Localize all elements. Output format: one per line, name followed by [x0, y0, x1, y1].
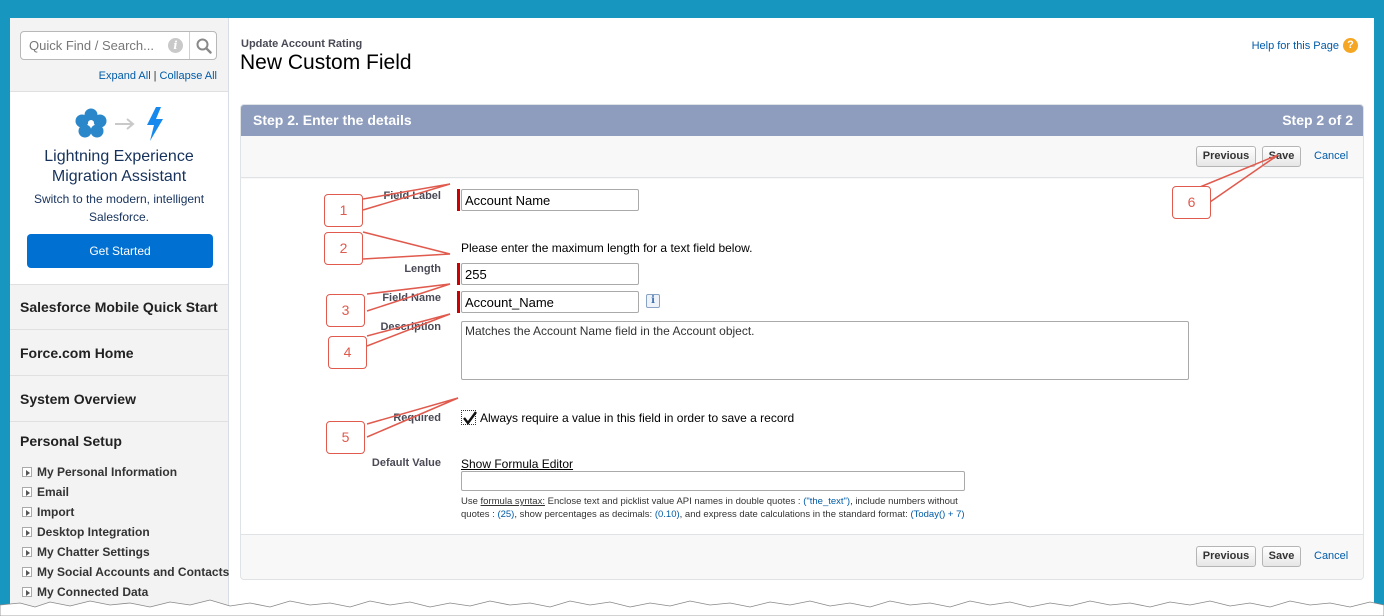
formula-syntax-link[interactable]: formula syntax: [481, 496, 545, 507]
expand-triangle-icon[interactable] [22, 527, 32, 537]
lex-title: Lightning Experience Migration Assistant [44, 148, 194, 185]
info-icon[interactable]: i [646, 294, 660, 308]
callout-4: 4 [328, 336, 367, 369]
sidebar-item-my-chatter-settings[interactable]: My Chatter Settings [22, 542, 229, 562]
show-formula-editor-link[interactable]: Show Formula Editor [461, 457, 573, 471]
default-value-input[interactable] [461, 471, 965, 491]
lex-subtitle: Switch to the modern, intelligent Salesf… [33, 192, 205, 224]
flower-icon [75, 108, 107, 138]
arrow-right-icon [115, 118, 135, 130]
step-panel: Step 2. Enter the details Step 2 of 2 Pr… [240, 104, 1364, 580]
nav-personal-setup[interactable]: Personal Setup [10, 423, 228, 459]
save-button[interactable]: Save [1262, 146, 1301, 167]
lightning-migration-card: Lightning Experience Migration Assistant… [10, 91, 228, 285]
step-count: Step 2 of 2 [1282, 112, 1353, 128]
callout-3: 3 [326, 294, 365, 327]
save-button[interactable]: Save [1262, 546, 1301, 567]
hint-text: , include numbers without [850, 496, 958, 507]
description-textarea[interactable]: Matches the Account Name field in the Ac… [461, 321, 1189, 380]
callout-2: 2 [324, 232, 363, 265]
hint-example: ("the_text") [803, 496, 851, 507]
sidebar-item-label: My Social Accounts and Contacts [37, 565, 230, 579]
callout-1: 1 [324, 194, 363, 227]
length-input[interactable] [461, 263, 639, 285]
sidebar-item-label: Desktop Integration [37, 525, 150, 539]
search-button[interactable] [189, 32, 217, 59]
expand-all-link[interactable]: Expand All [99, 70, 151, 82]
top-button-bar: Previous Save Cancel [241, 136, 1363, 178]
sidebar-item-label: My Chatter Settings [37, 545, 150, 559]
app-frame: i Expand All|Collapse All [10, 18, 1374, 616]
help-icon: ? [1343, 38, 1358, 53]
setup-sidebar: i Expand All|Collapse All [10, 18, 229, 616]
field-details-form: Field Label Please enter the maximum len… [241, 179, 1363, 534]
hint-text: Enclose text and picklist value API name… [544, 496, 804, 507]
hint-example: (25) [497, 509, 515, 520]
expand-triangle-icon[interactable] [22, 567, 32, 577]
quick-find-box: i [20, 31, 217, 60]
required-checkbox[interactable] [461, 410, 477, 425]
expand-triangle-icon[interactable] [22, 507, 32, 517]
field-label-input[interactable] [461, 189, 639, 211]
sidebar-item-label: My Personal Information [37, 465, 178, 479]
required-description: Always require a value in this field in … [480, 411, 795, 425]
step-header: Step 2. Enter the details Step 2 of 2 [241, 105, 1363, 136]
sidebar-item-label: Import [37, 505, 75, 519]
help-link[interactable]: Help for this Page? [1252, 38, 1358, 54]
bottom-button-bar: Previous Save Cancel [241, 534, 1363, 579]
page-title: New Custom Field [240, 51, 412, 74]
nav-mobile-quick-start[interactable]: Salesforce Mobile Quick Start [10, 285, 228, 330]
expand-triangle-icon[interactable] [22, 467, 32, 477]
personal-setup-list: My Personal Information Email Import Des… [22, 462, 229, 602]
callout-5: 5 [326, 421, 365, 454]
hint-text: quotes : [461, 509, 498, 520]
search-icon [196, 38, 212, 54]
main-content: Update Account Rating New Custom Field H… [230, 18, 1374, 616]
collapse-all-link[interactable]: Collapse All [160, 70, 217, 82]
get-started-button[interactable]: Get Started [27, 234, 213, 268]
field-name-input[interactable] [461, 291, 639, 313]
nav-system-overview[interactable]: System Overview [10, 377, 228, 422]
previous-button[interactable]: Previous [1196, 546, 1256, 567]
lightning-bolt-icon [147, 107, 163, 141]
expand-triangle-icon[interactable] [22, 487, 32, 497]
hint-text: Use [461, 496, 481, 507]
sidebar-item-my-personal-information[interactable]: My Personal Information [22, 462, 229, 482]
help-link-label: Help for this Page [1251, 40, 1339, 52]
default-value-label: Default Value [371, 457, 441, 469]
sidebar-item-my-social-accounts[interactable]: My Social Accounts and Contacts [22, 562, 229, 582]
migration-icons [75, 107, 163, 141]
checkmark-icon [463, 411, 477, 425]
quick-find-input[interactable] [29, 38, 159, 53]
previous-button[interactable]: Previous [1196, 146, 1256, 167]
sidebar-item-desktop-integration[interactable]: Desktop Integration [22, 522, 229, 542]
sidebar-item-email[interactable]: Email [22, 482, 229, 502]
hint-text: , show percentages as decimals: [514, 509, 655, 520]
torn-edge [0, 599, 1384, 616]
sidebar-item-label: Email [37, 485, 70, 499]
cancel-link[interactable]: Cancel [1314, 150, 1348, 162]
required-indicator [457, 189, 460, 211]
info-icon[interactable]: i [168, 38, 183, 53]
length-instructions: Please enter the maximum length for a te… [461, 241, 753, 255]
nav-force-com-home[interactable]: Force.com Home [10, 331, 228, 376]
cancel-link[interactable]: Cancel [1314, 550, 1348, 562]
step-title: Step 2. Enter the details [253, 112, 412, 128]
sidebar-item-import[interactable]: Import [22, 502, 229, 522]
breadcrumb: Update Account Rating [241, 38, 363, 50]
required-indicator [457, 291, 460, 313]
required-indicator [457, 263, 460, 285]
hint-text: , and express date calculations in the s… [679, 509, 911, 520]
callout-6: 6 [1172, 186, 1211, 219]
hint-example: (0.10) [654, 509, 680, 520]
expand-triangle-icon[interactable] [22, 547, 32, 557]
hint-example: (Today() + 7) [910, 509, 965, 520]
expand-collapse-links: Expand All | Collapse All [98, 70, 217, 82]
formula-syntax-hint: Use formula syntax: Enclose text and pic… [461, 495, 965, 521]
